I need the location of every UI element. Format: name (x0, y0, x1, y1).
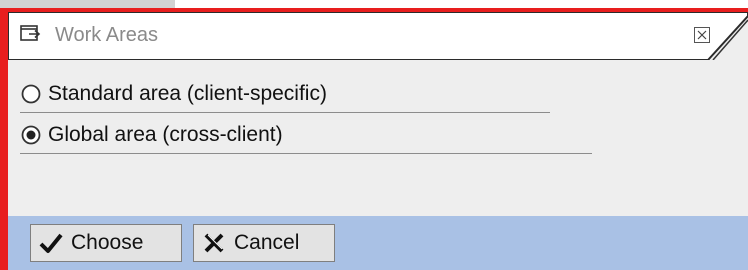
option-label-standard: Standard area (client-specific) (48, 82, 327, 105)
button-bar: Choose Cancel (8, 216, 748, 270)
work-areas-dialog: Work Areas Standard area (client-specifi… (0, 0, 748, 270)
choose-label: Choose (71, 231, 144, 254)
options-area: Standard area (client-specific) Global a… (8, 60, 748, 216)
close-button[interactable] (694, 27, 710, 43)
cancel-x-icon (204, 233, 224, 253)
close-icon (694, 27, 710, 43)
option-label-global: Global area (cross-client) (48, 123, 283, 146)
window-icon (20, 25, 42, 43)
dialog-title: Work Areas (55, 24, 158, 46)
option-divider (20, 112, 550, 113)
radio-option-standard[interactable]: Standard area (client-specific) (20, 82, 327, 106)
cancel-label: Cancel (234, 231, 300, 254)
checkmark-icon (39, 233, 63, 253)
option-divider (20, 153, 592, 154)
radio-option-global[interactable]: Global area (cross-client) (20, 123, 283, 147)
radio-selected-icon[interactable] (20, 124, 42, 146)
choose-button[interactable]: Choose (30, 224, 182, 262)
cancel-button[interactable]: Cancel (193, 224, 335, 262)
radio-unselected-icon[interactable] (20, 83, 42, 105)
highlight-border-top (0, 8, 748, 12)
highlight-border-left (0, 8, 8, 270)
